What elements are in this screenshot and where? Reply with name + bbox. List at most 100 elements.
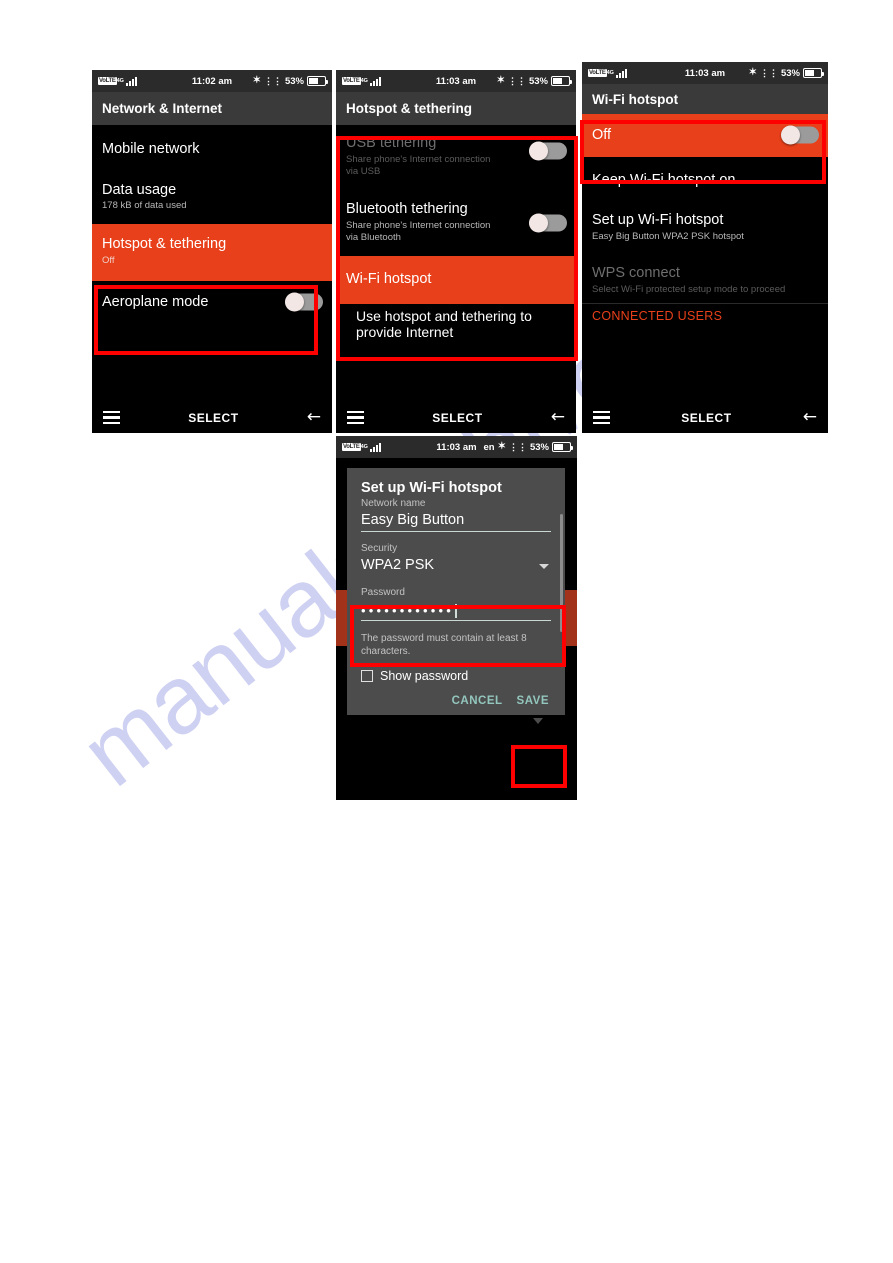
battery-percent-label: 53% xyxy=(529,441,549,453)
list-item-title: Keep Wi-Fi hotspot on xyxy=(592,171,736,188)
list-item-data-usage[interactable]: Data usage 178 kB of data used xyxy=(92,180,332,225)
list-item-hotspot-state[interactable]: Off xyxy=(582,114,828,157)
list-item-usb-tethering[interactable]: USB tethering Share phone's Internet con… xyxy=(336,125,576,195)
list-item-title: Wi-Fi hotspot xyxy=(346,270,432,287)
wifi-hotspot-toggle[interactable] xyxy=(781,125,819,145)
status-bar-left: VoLTE 4G xyxy=(588,68,627,78)
battery-percent-label: 53% xyxy=(528,75,548,87)
list-item-wps-connect[interactable]: WPS connect Select Wi-Fi protected setup… xyxy=(582,263,828,304)
list-item-aeroplane-mode[interactable]: Aeroplane mode xyxy=(92,281,332,324)
list-item-subtitle: Share phone's Internet connection via Bl… xyxy=(346,220,491,243)
list-item-title: Hotspot & tethering xyxy=(102,236,227,253)
select-button[interactable]: SELECT xyxy=(432,411,482,425)
bottom-nav-bar: SELECT ← xyxy=(336,402,576,433)
usb-tethering-toggle[interactable] xyxy=(529,141,567,161)
list-item-subtitle: Easy Big Button WPA2 PSK hotspot xyxy=(592,231,744,243)
chevron-down-icon[interactable] xyxy=(539,563,549,569)
network-generation-label: 4G xyxy=(606,70,614,76)
status-bar-right: ✶ ⋮⋮ 53% xyxy=(252,75,328,87)
list-item-subtitle: 178 kB of data used xyxy=(102,200,187,212)
back-arrow-icon[interactable]: ← xyxy=(307,409,321,426)
network-name-input[interactable]: Easy Big Button xyxy=(361,512,551,532)
signal-bars-icon xyxy=(615,68,627,78)
bluetooth-icon: ✶ xyxy=(748,67,757,78)
list-item-title: Mobile network xyxy=(102,141,200,157)
text-cursor xyxy=(455,603,457,618)
select-button[interactable]: SELECT xyxy=(681,411,731,425)
language-indicator: en xyxy=(483,441,495,453)
phone-screen-hotspot-tethering: VoLTE 4G 11:03 am ✶ ⋮⋮ 53% Hotspot & tet… xyxy=(336,70,576,433)
dialog-scrollbar[interactable] xyxy=(560,514,563,632)
status-bar-right: en ✶ ⋮⋮ 53% xyxy=(483,441,573,453)
app-bar-title: Wi-Fi hotspot xyxy=(582,84,828,114)
show-password-checkbox[interactable] xyxy=(361,669,373,682)
status-bar: VoLTE 4G 11:03 am ✶ ⋮⋮ 53% xyxy=(336,70,576,92)
settings-list: USB tethering Share phone's Internet con… xyxy=(336,125,576,348)
dialog-scroll-indicator-icon xyxy=(533,717,543,724)
list-item-title: WPS connect xyxy=(592,264,680,281)
network-generation-label: 4G xyxy=(360,78,368,84)
list-item-hotspot-tethering[interactable]: Hotspot & tethering Off xyxy=(92,224,332,281)
bottom-nav-bar: SELECT ← xyxy=(92,402,332,433)
aeroplane-mode-toggle[interactable] xyxy=(285,292,323,312)
setup-wifi-hotspot-dialog: Set up Wi-Fi hotspot Network name Easy B… xyxy=(347,468,565,724)
password-hint: The password must contain at least 8 cha… xyxy=(361,632,527,658)
list-item-mobile-network[interactable]: Mobile network xyxy=(92,125,332,180)
app-bar-title: Hotspot & tethering xyxy=(336,92,576,125)
network-generation-label: 4G xyxy=(116,78,124,84)
battery-icon xyxy=(803,68,824,78)
status-bar-left: VoLTE 4G xyxy=(342,442,381,452)
list-item-subtitle: Select Wi-Fi protected setup mode to pro… xyxy=(592,283,786,295)
list-item-bluetooth-tethering[interactable]: Bluetooth tethering Share phone's Intern… xyxy=(336,195,576,255)
vibrate-icon: ⋮⋮ xyxy=(759,67,778,78)
vibrate-icon: ⋮⋮ xyxy=(263,75,282,86)
signal-bars-icon xyxy=(125,76,137,86)
network-name-label: Network name xyxy=(361,497,426,509)
volte-icon: VoLTE xyxy=(342,77,361,85)
security-field[interactable]: Security WPA2 PSK xyxy=(361,543,551,576)
hamburger-menu-icon[interactable] xyxy=(593,411,610,424)
signal-bars-icon xyxy=(369,76,381,86)
select-button[interactable]: SELECT xyxy=(188,411,238,425)
security-select-value[interactable]: WPA2 PSK xyxy=(361,557,551,576)
volte-icon: VoLTE xyxy=(342,443,361,451)
bottom-nav-bar: SELECT ← xyxy=(582,402,828,433)
list-item-subtitle: Off xyxy=(102,254,115,266)
battery-percent-label: 53% xyxy=(284,75,304,87)
status-bar-right: ✶ ⋮⋮ 53% xyxy=(748,67,824,79)
password-field[interactable]: Password •••••••••••• xyxy=(361,587,551,621)
show-password-row[interactable]: Show password xyxy=(361,669,551,683)
settings-list: Mobile network Data usage 178 kB of data… xyxy=(92,125,332,324)
list-item-wifi-hotspot[interactable]: Wi-Fi hotspot xyxy=(336,255,576,304)
status-bar-left: VoLTE 4G xyxy=(98,76,137,86)
vibrate-icon: ⋮⋮ xyxy=(508,441,527,452)
list-item-title: Set up Wi-Fi hotspot xyxy=(592,212,724,229)
cancel-button[interactable]: CANCEL xyxy=(452,695,503,707)
battery-icon xyxy=(552,442,573,452)
hamburger-menu-icon[interactable] xyxy=(347,411,364,424)
phone-screen-wifi-hotspot: VoLTE 4G 11:03 am ✶ ⋮⋮ 53% Wi-Fi hotspot… xyxy=(582,62,828,433)
list-item-subtitle: Share phone's Internet connection via US… xyxy=(346,153,491,177)
phone-screen-network-internet: VoLTE 4G 11:02 am ✶ ⋮⋮ 53% Network & Int… xyxy=(92,70,332,433)
back-arrow-icon[interactable]: ← xyxy=(551,409,565,426)
list-item-title: Data usage xyxy=(102,181,177,198)
app-bar-title: Network & Internet xyxy=(92,92,332,125)
settings-list: Off Keep Wi-Fi hotspot on Set up Wi-Fi h… xyxy=(582,114,828,326)
battery-icon xyxy=(551,76,572,86)
volte-icon: VoLTE xyxy=(98,77,117,85)
dialog-title: Set up Wi-Fi hotspot xyxy=(361,480,502,496)
save-button[interactable]: SAVE xyxy=(517,695,549,707)
status-bar: VoLTE 4G 11:03 am ✶ ⋮⋮ 53% xyxy=(582,62,828,84)
password-masked-value: •••••••••••• xyxy=(361,603,455,618)
bluetooth-icon: ✶ xyxy=(252,75,261,86)
list-item-keep-hotspot-on[interactable]: Keep Wi-Fi hotspot on xyxy=(582,157,828,211)
password-input[interactable]: •••••••••••• xyxy=(361,603,551,621)
bluetooth-tethering-toggle[interactable] xyxy=(529,213,567,233)
status-bar-left: VoLTE 4G xyxy=(342,76,381,86)
list-item-set-up-wifi-hotspot[interactable]: Set up Wi-Fi hotspot Easy Big Button WPA… xyxy=(582,210,828,263)
hamburger-menu-icon[interactable] xyxy=(103,411,120,424)
section-header-connected-users: CONNECTED USERS xyxy=(582,303,828,325)
list-item-title: Use hotspot and tethering to provide Int… xyxy=(356,307,532,341)
back-arrow-icon[interactable]: ← xyxy=(803,409,817,426)
bluetooth-icon: ✶ xyxy=(496,75,505,86)
